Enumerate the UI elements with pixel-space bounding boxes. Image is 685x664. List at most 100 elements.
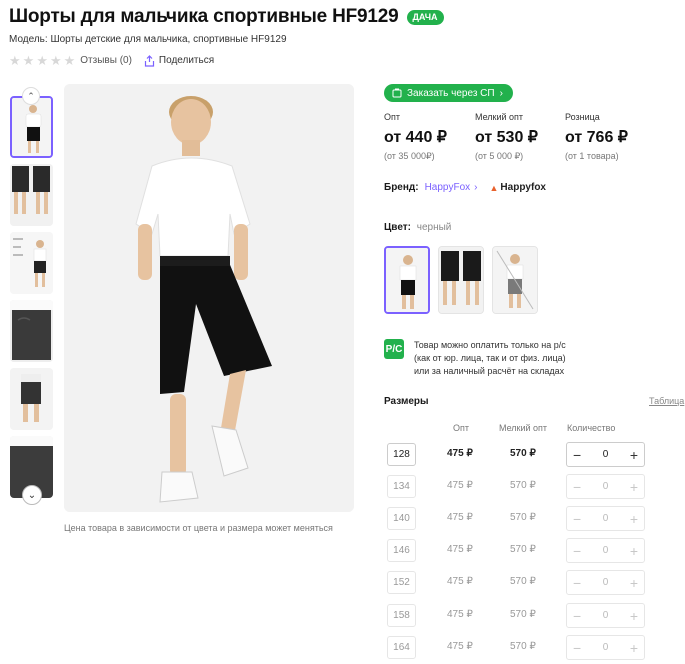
payment-note-text: Товар можно оплатить только на р/с (как … — [414, 339, 566, 378]
brand-link[interactable]: HappyFox — [425, 182, 471, 193]
order-sp-label: Заказать через СП — [407, 87, 495, 99]
order-sp-button[interactable]: Заказать через СП › — [384, 84, 513, 102]
rating-stars[interactable]: ★ ★ ★ ★ ★ — [9, 54, 75, 67]
size-row: 140 475 ₽ 570 ₽ − 0 + — [384, 505, 684, 533]
quantity-stepper[interactable]: − 0 + — [566, 442, 645, 467]
size-row: 134 475 ₽ 570 ₽ − 0 + — [384, 473, 684, 501]
small-opt-price: 570 ₽ — [510, 544, 536, 555]
minus-icon[interactable]: − — [573, 448, 581, 462]
col-header-qty: Количество — [567, 423, 616, 433]
chevron-right-icon: › — [474, 182, 478, 193]
quantity-stepper[interactable]: − 0 + — [566, 506, 645, 531]
quantity-stepper[interactable]: − 0 + — [566, 603, 645, 628]
brand-row: Бренд: HappyFox › ▲ Happyfox — [384, 182, 546, 193]
sizes-title: Размеры — [384, 396, 429, 407]
thumbnail[interactable] — [10, 164, 53, 226]
opt-price: 475 ₽ — [447, 609, 473, 620]
opt-price: 475 ₽ — [447, 576, 473, 587]
size-label: 128 — [387, 443, 416, 466]
plus-icon[interactable]: + — [630, 448, 638, 462]
small-opt-price: 570 ₽ — [510, 480, 536, 491]
thumbnail[interactable] — [10, 368, 53, 430]
color-swatch-grey[interactable] — [492, 246, 538, 314]
small-opt-price: 570 ₽ — [510, 512, 536, 523]
size-label: 140 — [387, 507, 416, 530]
quantity-stepper[interactable]: − 0 + — [566, 570, 645, 595]
plus-icon[interactable]: + — [630, 641, 638, 655]
quantity-value[interactable]: 0 — [603, 449, 609, 460]
plus-icon[interactable]: + — [630, 544, 638, 558]
price-condition: (от 35 000₽) — [384, 151, 435, 161]
minus-icon[interactable]: − — [573, 544, 581, 558]
price-label: Розница — [565, 112, 600, 122]
cart-icon — [392, 88, 402, 98]
size-table-link[interactable]: Таблица — [649, 396, 684, 406]
size-label: 164 — [387, 636, 416, 659]
price-label: Опт — [384, 112, 400, 122]
size-label: 134 — [387, 475, 416, 498]
size-row: 128 475 ₽ 570 ₽ − 0 + — [384, 441, 684, 469]
dacha-badge[interactable]: ДАЧА — [406, 9, 444, 25]
opt-price: 475 ₽ — [447, 448, 473, 459]
size-label: 152 — [387, 571, 416, 594]
color-label: Цвет: — [384, 222, 411, 233]
quantity-stepper[interactable]: − 0 + — [566, 538, 645, 563]
share-icon — [144, 54, 155, 67]
col-header-small-opt: Мелкий опт — [499, 423, 548, 433]
color-swatch-black-2[interactable] — [438, 246, 484, 314]
quantity-value[interactable]: 0 — [603, 610, 609, 621]
quantity-stepper[interactable]: − 0 + — [566, 474, 645, 499]
minus-icon[interactable]: − — [573, 641, 581, 655]
opt-price: 475 ₽ — [447, 480, 473, 491]
opt-price: 475 ₽ — [447, 641, 473, 652]
price-condition: (от 5 000 ₽) — [475, 151, 524, 161]
chevron-up-icon[interactable]: ⌃ — [22, 87, 40, 105]
star-icon: ★ — [22, 53, 35, 68]
size-label: 158 — [387, 604, 416, 627]
thumbnail[interactable] — [10, 96, 53, 158]
price-small-opt: Мелкий опт от 530 ₽ (от 5 000 ₽) — [475, 112, 538, 162]
minus-icon[interactable]: − — [573, 512, 581, 526]
quantity-value[interactable]: 0 — [603, 577, 609, 588]
price-opt: Опт от 440 ₽ (от 35 000₽) — [384, 112, 447, 162]
quantity-value[interactable]: 0 — [603, 513, 609, 524]
small-opt-price: 570 ₽ — [510, 609, 536, 620]
brand-label: Бренд: — [384, 182, 419, 193]
star-icon: ★ — [49, 53, 62, 68]
plus-icon[interactable]: + — [630, 609, 638, 623]
thumbnail[interactable] — [10, 232, 53, 294]
star-icon: ★ — [9, 53, 21, 68]
minus-icon[interactable]: − — [573, 480, 581, 494]
quantity-stepper[interactable]: − 0 + — [566, 635, 645, 660]
minus-icon[interactable]: − — [573, 576, 581, 590]
share-button[interactable]: Поделиться — [144, 54, 214, 67]
fox-icon: ▲ — [489, 182, 499, 193]
price-value: от 766 ₽ — [565, 129, 628, 146]
thumbnail-strip: ⌃ ⌄ — [10, 86, 54, 510]
small-opt-price: 570 ₽ — [510, 448, 536, 459]
meta-row: ★ ★ ★ ★ ★ Отзывы (0) Поделиться — [9, 54, 214, 67]
color-swatch-black[interactable] — [384, 246, 430, 314]
price-value: от 530 ₽ — [475, 129, 538, 146]
brand-logo-text: Happyfox — [500, 182, 546, 193]
model-line: Модель: Шорты детские для мальчика, спор… — [9, 34, 287, 45]
thumbnail[interactable] — [10, 300, 53, 362]
chevron-down-icon[interactable]: ⌄ — [22, 485, 42, 505]
color-row: Цвет: черный — [384, 222, 451, 233]
small-opt-price: 570 ₽ — [510, 641, 536, 652]
plus-icon[interactable]: + — [630, 576, 638, 590]
plus-icon[interactable]: + — [630, 480, 638, 494]
quantity-value[interactable]: 0 — [603, 642, 609, 653]
color-value: черный — [416, 222, 452, 233]
quantity-value[interactable]: 0 — [603, 545, 609, 556]
title-row: Шорты для мальчика спортивные HF9129 ДАЧ… — [9, 6, 444, 28]
small-opt-price: 570 ₽ — [510, 576, 536, 587]
col-header-opt: Опт — [453, 423, 469, 433]
quantity-value[interactable]: 0 — [603, 481, 609, 492]
plus-icon[interactable]: + — [630, 512, 638, 526]
reviews-link[interactable]: Отзывы (0) — [80, 55, 132, 66]
minus-icon[interactable]: − — [573, 609, 581, 623]
main-product-photo[interactable] — [64, 84, 354, 512]
payment-line: или за наличный расчёт на складах — [414, 366, 565, 376]
brand-logo[interactable]: ▲ Happyfox — [490, 182, 546, 193]
